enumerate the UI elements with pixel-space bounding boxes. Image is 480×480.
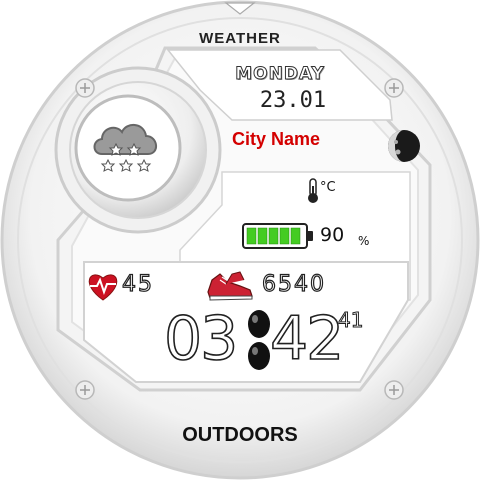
moon-phase-icon: [388, 130, 420, 162]
steps-value: 6540: [261, 271, 326, 297]
outdoors-label: OUTDOORS: [182, 424, 298, 446]
sneaker-icon: [207, 271, 253, 301]
battery-level-text: 90: [320, 224, 345, 246]
heart-rate-icon: [88, 274, 118, 301]
time-hours: 03: [163, 303, 239, 375]
battery-segment: [246, 227, 257, 245]
heart-rate-value: 45: [121, 271, 154, 297]
city-name[interactable]: City Name: [232, 129, 320, 150]
time-seconds: 41: [337, 308, 364, 333]
battery-icon: [242, 223, 313, 249]
snow-cloud-icon: [93, 124, 157, 172]
day-of-week: MONDAY: [235, 64, 325, 85]
date-display: 23.01: [259, 88, 327, 113]
temperature-unit: °C: [320, 180, 336, 195]
weather-label: WEATHER: [199, 30, 281, 47]
battery-percent-sign: %: [358, 234, 370, 248]
thermometer-icon: [308, 178, 318, 203]
battery-segment: [290, 227, 301, 245]
battery-segment: [268, 227, 279, 245]
time-minutes: 42: [269, 303, 345, 375]
battery-segment: [257, 227, 268, 245]
battery-segment: [279, 227, 290, 245]
colon-separator-icon: [248, 310, 270, 370]
